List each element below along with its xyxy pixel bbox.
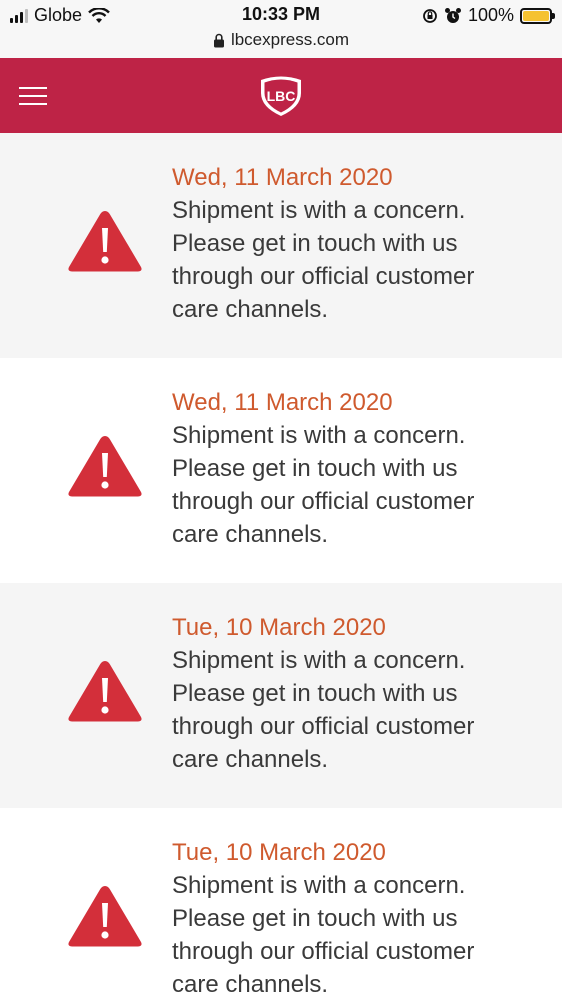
entry-message-line: Shipment is with a concern. <box>172 647 466 674</box>
list-item: Wed, 11 March 2020 Shipment is with a co… <box>0 358 562 583</box>
url-bar[interactable]: lbcexpress.com <box>0 30 562 50</box>
warning-icon <box>68 436 142 497</box>
entry-message-line: Please get in touch with us <box>172 680 458 707</box>
entry-text: Tue, 10 March 2020 Shipment is with a co… <box>172 836 552 1000</box>
lbc-logo[interactable]: LBC <box>258 75 304 117</box>
entry-message-line: care channels. <box>172 296 329 323</box>
lock-icon <box>213 33 224 47</box>
entry-text: Wed, 11 March 2020 Shipment is with a co… <box>172 161 552 326</box>
entry-message-line: care channels. <box>172 746 329 773</box>
list-item: Tue, 10 March 2020 Shipment is with a co… <box>0 808 562 1000</box>
entry-date: Wed, 11 March 2020 <box>172 164 393 191</box>
entry-message-line: Please get in touch with us <box>172 230 458 257</box>
status-bar: Globe 10:33 PM 100% lbcexpress.com <box>0 0 562 58</box>
warning-icon <box>68 886 142 947</box>
entry-message-line: care channels. <box>172 971 329 998</box>
entry-message-line: through our official customer <box>172 488 475 515</box>
entry-date: Wed, 11 March 2020 <box>172 389 393 416</box>
entry-message-line: Please get in touch with us <box>172 905 458 932</box>
entry-date: Tue, 10 March 2020 <box>172 839 386 866</box>
battery-icon <box>520 7 555 24</box>
url-text[interactable]: lbcexpress.com <box>231 30 349 50</box>
entry-message-line: Shipment is with a concern. <box>172 197 466 224</box>
list-item: Tue, 10 March 2020 Shipment is with a co… <box>0 583 562 808</box>
svg-text:LBC: LBC <box>267 88 296 104</box>
entry-message-line: Shipment is with a concern. <box>172 872 466 899</box>
entry-text: Wed, 11 March 2020 Shipment is with a co… <box>172 386 552 551</box>
entry-message-line: Please get in touch with us <box>172 455 458 482</box>
menu-icon[interactable] <box>19 87 47 105</box>
shipment-history-list: Wed, 11 March 2020 Shipment is with a co… <box>0 133 562 1000</box>
warning-icon <box>68 661 142 722</box>
site-header: LBC <box>0 58 562 133</box>
entry-message-line: Shipment is with a concern. <box>172 422 466 449</box>
entry-text: Tue, 10 March 2020 Shipment is with a co… <box>172 611 552 776</box>
warning-icon <box>68 211 142 272</box>
alarm-icon <box>444 7 461 23</box>
entry-message-line: care channels. <box>172 521 329 548</box>
entry-message-line: through our official customer <box>172 938 475 965</box>
list-item: Wed, 11 March 2020 Shipment is with a co… <box>0 133 562 358</box>
orientation-lock-icon <box>423 8 437 23</box>
entry-message-line: through our official customer <box>172 263 475 290</box>
status-right: 100% <box>422 5 555 26</box>
entry-message-line: through our official customer <box>172 713 475 740</box>
entry-date: Tue, 10 March 2020 <box>172 614 386 641</box>
battery-percent: 100% <box>467 5 514 25</box>
